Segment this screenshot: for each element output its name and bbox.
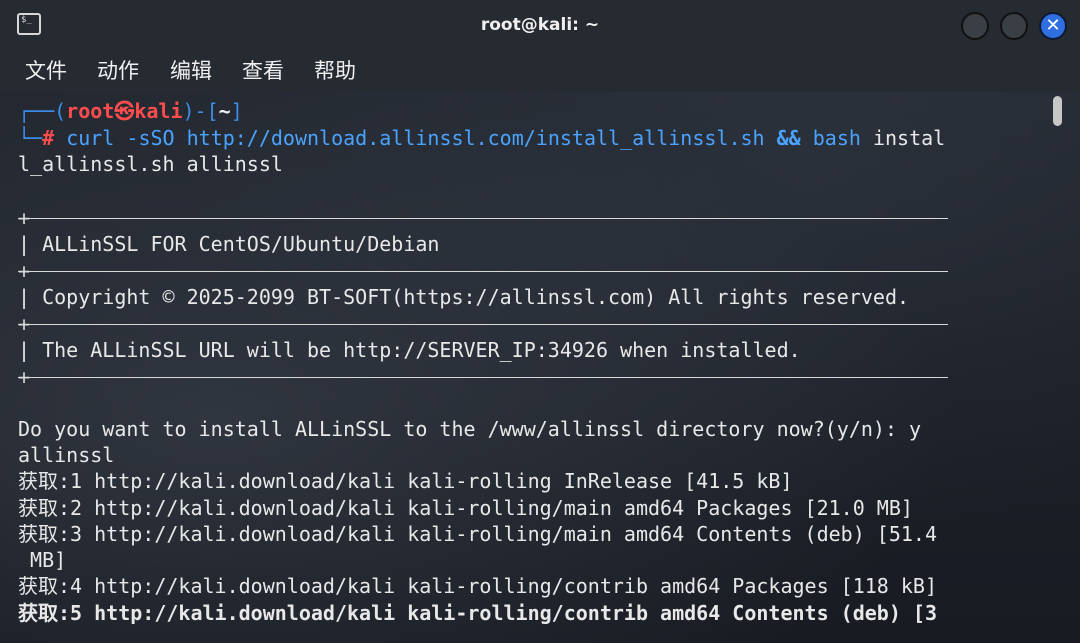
banner-line-3: | The ALLinSSL URL will be http://SERVER… [18, 338, 801, 362]
command-args: -sSO http://download.allinssl.com/instal… [114, 126, 777, 150]
menu-help[interactable]: 帮助 [314, 59, 356, 83]
scrollbar[interactable] [1048, 94, 1068, 634]
output-line: 获取:5 http://kali.download/kali kali-roll… [18, 601, 937, 625]
output-line: 获取:2 http://kali.download/kali kali-roll… [18, 496, 913, 520]
terminal-window: $_ root@kali: ~ ✕ 文件 动作 编辑 查看 帮助 ┌──(roo… [0, 0, 1080, 643]
prompt-at: ㉿ [114, 99, 135, 123]
banner-rule [18, 218, 948, 219]
prompt-frame-close: ] [230, 99, 243, 123]
menu-file[interactable]: 文件 [25, 59, 67, 83]
command-line: └─# curl -sSO http://download.allinssl.c… [18, 125, 945, 151]
output-line: MB] [18, 548, 67, 572]
menu-action[interactable]: 动作 [97, 59, 139, 83]
output-line: 获取:1 http://kali.download/kali kali-roll… [18, 469, 793, 493]
maximize-button[interactable] [1000, 12, 1028, 40]
banner-rule [18, 377, 948, 378]
banner-rule [18, 271, 948, 272]
prompt-user: root [66, 99, 115, 123]
prompt-line-1: ┌──(root㉿kali)-[~] [18, 98, 243, 124]
banner-line-2: | Copyright © 2025-2099 BT-SOFT(https://… [18, 285, 910, 309]
command-rest: instal [860, 126, 946, 150]
output-line: allinssl [18, 443, 115, 467]
scrollbar-thumb[interactable] [1053, 96, 1062, 126]
terminal-output[interactable]: ┌──(root㉿kali)-[~] └─# curl -sSO http://… [0, 94, 1044, 643]
prompt-frame: ┌──( [18, 99, 67, 123]
menu-bar: 文件 动作 编辑 查看 帮助 [0, 50, 1080, 92]
banner-line-1: | ALLinSSL FOR CentOS/Ubuntu/Debian [18, 232, 440, 256]
title-bar[interactable]: $_ root@kali: ~ ✕ [0, 0, 1080, 50]
prompt-frame-second: └─ [18, 126, 43, 150]
install-question: Do you want to install ALLinSSL to the /… [18, 417, 922, 441]
menu-view[interactable]: 查看 [242, 59, 284, 83]
output-line: 获取:4 http://kali.download/kali kali-roll… [18, 574, 937, 598]
prompt-dir: ~ [218, 99, 231, 123]
command-name-2: bash [800, 126, 861, 150]
menu-edit[interactable]: 编辑 [170, 59, 212, 83]
command-operator: && [776, 126, 801, 150]
command-line-wrap: l_allinssl.sh allinssl [18, 152, 283, 176]
close-button[interactable]: ✕ [1039, 12, 1067, 40]
prompt-host: kali [134, 99, 183, 123]
prompt-hash: # [42, 126, 55, 150]
window-title: root@kali: ~ [480, 15, 600, 35]
output-line: 获取:3 http://kali.download/kali kali-roll… [18, 522, 937, 546]
banner-rule [18, 324, 948, 325]
minimize-button[interactable] [961, 12, 989, 40]
command-name: curl [66, 126, 115, 150]
prompt-frame-mid: )-[ [182, 99, 219, 123]
